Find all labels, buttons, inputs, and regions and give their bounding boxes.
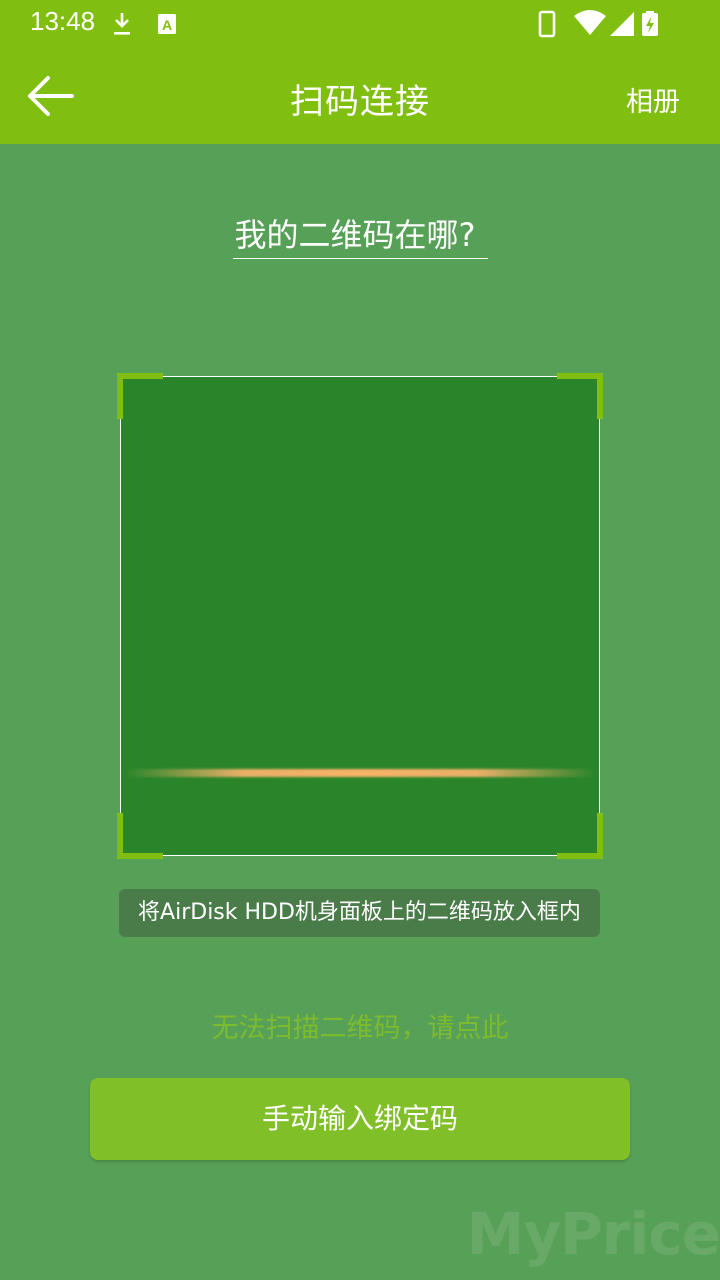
- scan-corner-bottom-right: [557, 813, 603, 859]
- status-bar: 13:48 A: [0, 0, 720, 48]
- status-left-icons: A: [114, 13, 176, 35]
- watermark: MyPrice: [466, 1200, 720, 1268]
- scan-corner-bottom-left: [117, 813, 163, 859]
- page-title: 扫码连接: [290, 82, 430, 122]
- scan-corner-top-left: [117, 373, 163, 419]
- phone-icon: [538, 10, 556, 38]
- svg-text:A: A: [162, 17, 172, 33]
- qr-location-help-link[interactable]: 我的二维码在哪?: [0, 212, 720, 259]
- battery-charging-icon: [642, 11, 658, 36]
- app-bar: 扫码连接 相册: [0, 48, 720, 144]
- cell-signal-icon: [610, 12, 634, 36]
- scan-hint: 将AirDisk HDD机身面板上的二维码放入框内: [119, 889, 600, 937]
- status-right-icons: [538, 10, 658, 38]
- status-time: 13:48: [30, 6, 96, 36]
- scan-frame: [117, 373, 603, 859]
- qr-location-help-text[interactable]: 我的二维码在哪?: [232, 212, 488, 259]
- scan-corner-top-right: [557, 373, 603, 419]
- album-button[interactable]: 相册: [626, 80, 680, 119]
- scan-line: [125, 769, 595, 777]
- cant-scan-link[interactable]: 无法扫描二维码，请点此: [0, 1006, 720, 1045]
- manual-input-button[interactable]: 手动输入绑定码: [90, 1078, 630, 1160]
- a-box-icon: A: [158, 14, 176, 34]
- wifi-icon: [574, 10, 606, 35]
- download-icon: [114, 13, 130, 35]
